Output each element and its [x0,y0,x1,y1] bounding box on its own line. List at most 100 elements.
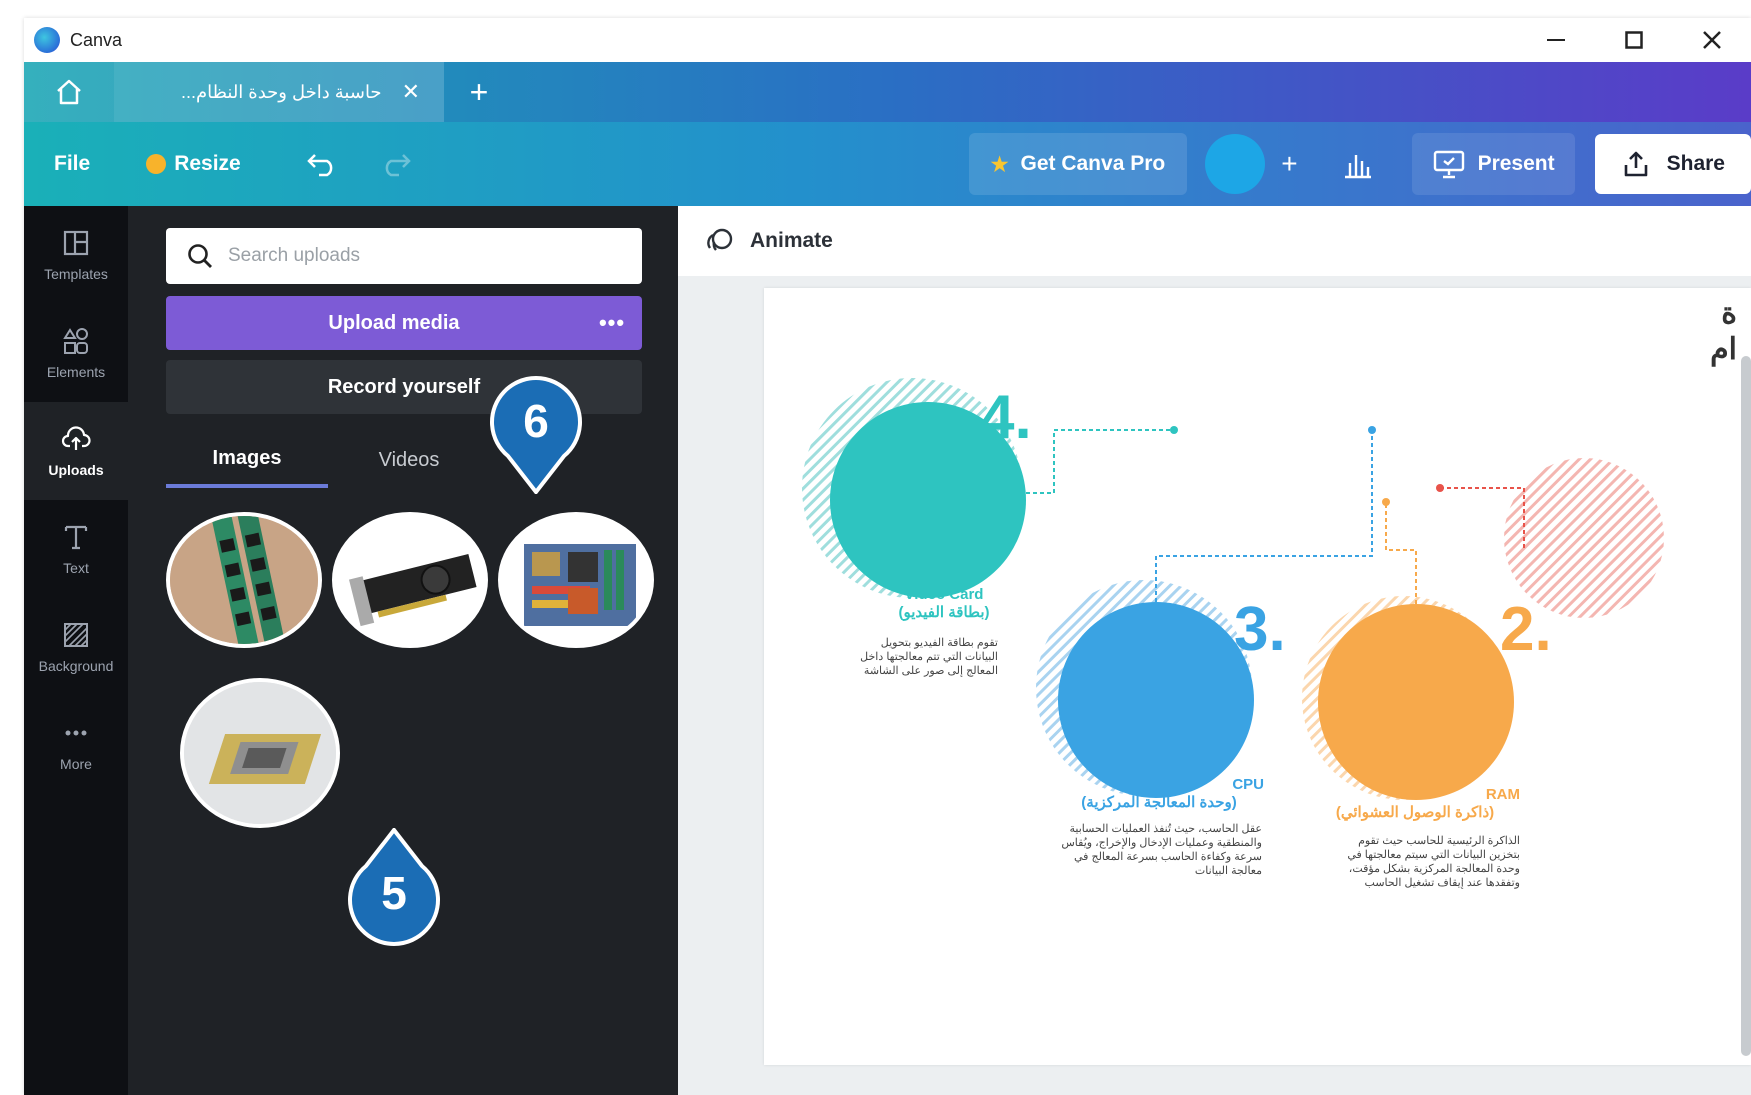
upload-options-button[interactable]: ••• [582,310,642,336]
search-uploads-input[interactable] [228,245,608,267]
rail-item-templates[interactable]: Templates [24,206,128,304]
document-tab-title: حاسبة داخل وحدة النظام... [180,81,382,102]
animate-bar: Animate [678,206,1751,276]
add-collaborator-button[interactable]: + [1281,148,1297,180]
redo-button[interactable] [379,151,411,177]
file-menu-button[interactable]: File [54,152,90,176]
cpu-en: CPU [1232,776,1264,793]
templates-icon [63,230,89,256]
bar-chart-icon [1344,155,1371,179]
rail-item-text[interactable]: Text [24,500,128,598]
rail-label-background: Background [38,658,114,674]
cpu-circle [1058,602,1254,798]
callout-marker-5: 5 [346,828,442,946]
more-icon [65,730,87,736]
canva-window: Canva حاسبة داخل وحدة النظام... ✕ + File [24,18,1751,1095]
rail-label-more: More [60,756,92,772]
cpu-desc: عقل الحاسب، حيث تُنفذ العمليات الحسابية … [1061,823,1262,877]
videocard-en: Video Card [904,586,984,603]
present-icon [1433,150,1464,179]
canva-logo-icon [34,27,60,53]
ram-ar: (ذاكرة الوصول العشوائي) [1335,804,1495,821]
share-icon [1624,151,1647,177]
rail-label-uploads: Uploads [48,462,104,478]
close-icon [1703,31,1721,49]
graphics-card-image [336,516,484,644]
left-rail: Templates Elements Uploads Text Backgrou… [24,206,128,1095]
present-button[interactable]: Present [1411,133,1575,195]
insights-button[interactable] [1338,149,1378,179]
ram-title: RAM (ذاكرة الوصول العشوائي) [1310,786,1520,821]
rail-item-uploads[interactable]: Uploads [24,402,128,500]
minimize-icon [1547,39,1565,41]
ram-number: 2. [1500,595,1552,664]
videocard-ar: (بطاقة الفيديو) [898,604,990,621]
rail-label-text: Text [63,560,89,576]
title-bar: Canva [24,18,1751,62]
toolbar-right: ★ Get Canva Pro + Present Share [968,122,1751,206]
redo-icon [385,154,411,177]
present-label: Present [1477,152,1555,175]
callout-number-5: 5 [381,867,407,919]
page-title-partial: ة ام [1710,296,1737,368]
ram-image [170,516,318,644]
background-icon [64,623,88,647]
ram-circle [1318,604,1514,800]
share-label: Share [1666,152,1725,175]
upload-media-label: Upload media [328,311,460,334]
home-tab[interactable] [24,62,114,122]
share-button[interactable]: Share [1594,134,1751,194]
tab-images[interactable]: Images [166,432,328,488]
tab-videos[interactable]: Videos [328,432,490,488]
undo-button[interactable] [306,151,339,177]
ram-en: RAM [1485,786,1520,803]
close-tab-icon[interactable]: ✕ [402,79,420,105]
rail-label-elements: Elements [46,364,106,380]
videocard-title: Video Card (بطاقة الفيديو) [884,586,1004,621]
crown-icon [146,154,167,174]
rail-item-more[interactable]: More [24,696,128,794]
pro-label: Get Canva Pro [1020,152,1166,175]
search-box[interactable] [166,228,642,284]
get-canva-pro-button[interactable]: ★ Get Canva Pro [968,133,1188,195]
animate-button[interactable]: Animate [750,229,833,253]
window-controls [1517,18,1751,62]
cpu-ar: (وحدة المعالجة المركزية) [1081,794,1237,811]
upload-thumbnail-cpu[interactable] [180,678,340,828]
upload-thumbnail-ram[interactable] [166,512,322,648]
canvas-area: Animate 4. 3. 2. Video Card (بطاقة الفيد… [678,206,1751,1095]
design-page[interactable]: 4. 3. 2. Video Card (بطاقة الفيديو) تقوم… [764,288,1751,1065]
uploads-icon [61,426,91,450]
rail-label-templates: Templates [44,266,108,282]
videocard-number: 4. [980,383,1032,452]
user-avatar[interactable] [1205,134,1266,194]
page-title-line-1: ة [1721,297,1737,330]
minimize-button[interactable] [1517,18,1595,62]
animate-icon [707,228,733,251]
upload-media-button[interactable]: Upload media ••• [166,296,642,350]
rail-item-elements[interactable]: Elements [24,304,128,402]
upload-thumbnail-motherboard[interactable] [498,512,654,648]
new-tab-button[interactable]: + [444,62,514,122]
maximize-icon [1625,31,1643,49]
cpu-title: CPU (وحدة المعالجة المركزية) [1054,776,1264,811]
canvas-scrollbar[interactable] [1741,356,1751,1056]
elements-icon [63,328,88,354]
undo-icon [306,154,333,177]
rail-item-background[interactable]: Background [24,598,128,696]
document-tab[interactable]: حاسبة داخل وحدة النظام... ✕ [114,62,444,122]
callout-number-6: 6 [523,395,549,447]
callout-marker-6: 6 [488,376,584,494]
text-icon [64,525,88,550]
close-window-button[interactable] [1673,18,1751,62]
motherboard-image [502,516,650,644]
upload-thumbnail-graphics-card[interactable] [332,512,488,648]
uploads-panel: Upload media ••• Record yourself Images … [128,206,678,1095]
tab-bar: حاسبة داخل وحدة النظام... ✕ + [24,62,1751,122]
editor-toolbar: File Resize ★ Get Canva Pro + Present Sh… [24,122,1751,206]
resize-button[interactable]: Resize [146,152,241,176]
maximize-button[interactable] [1595,18,1673,62]
cpu-number: 3. [1234,595,1286,664]
cpu-chip-image [184,682,336,824]
search-icon [188,244,212,268]
